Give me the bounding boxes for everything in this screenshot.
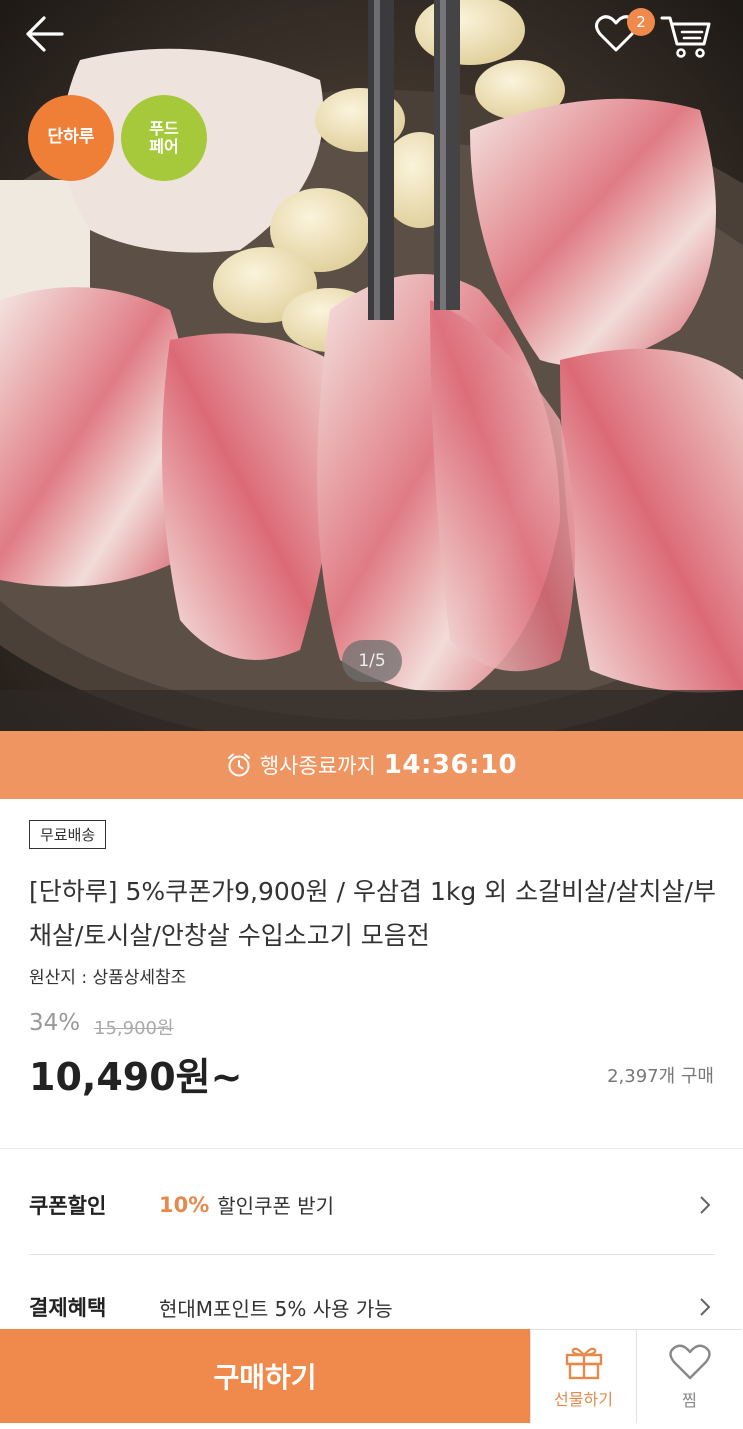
timer-value: 14:36:10 (383, 750, 518, 780)
wishlist-count-badge: 2 (627, 8, 655, 36)
origin-info: 원산지 : 상품상세참조 (29, 968, 187, 988)
original-price: 15,900원 (94, 1018, 174, 1039)
cart-button[interactable] (660, 12, 720, 68)
sale-price: 10,490원~ (29, 1055, 243, 1099)
arrow-left-icon (26, 16, 64, 52)
product-title: [단하루] 5%쿠폰가9,900원 / 우삼겹 1kg 외 소갈비살/살치살/부… (29, 877, 716, 950)
payment-label: 결제혜택 (29, 1296, 107, 1320)
bottom-action-bar: 구매하기 선물하기 찜 (0, 1329, 743, 1429)
badge-danharu-label: 단하루 (47, 127, 95, 148)
free-shipping-tag: 무료배송 (29, 820, 107, 849)
payment-text: 현대M포인트 5% 사용 가능 (159, 1296, 393, 1321)
timer-label: 행사종료까지 (259, 754, 376, 778)
image-pager: 1/5 (342, 640, 402, 682)
zzim-button[interactable]: 찜 (636, 1329, 742, 1423)
badge-food-fair-line2: 페어 (149, 137, 179, 156)
coupon-label: 쿠폰할인 (29, 1193, 107, 1218)
coupon-rate: 10% (159, 1192, 210, 1217)
coupon-text: 할인쿠폰 받기 (217, 1194, 335, 1218)
heart-outline-icon (668, 1344, 711, 1379)
gift-label: 선물하기 (554, 1389, 613, 1409)
discount-rate: 34% (29, 1010, 81, 1036)
purchase-count: 2,397개 구매 (607, 1066, 714, 1087)
meat-photo (0, 0, 743, 731)
chevron-right-icon (695, 1295, 715, 1319)
chevron-right-icon (695, 1193, 715, 1217)
badge-food-fair-line1: 푸드 (149, 118, 179, 138)
badge-danharu: 단하루 (28, 95, 114, 181)
product-image[interactable]: 2 단하루 푸드 페어 1/5 (0, 0, 743, 731)
section-divider (0, 1148, 743, 1149)
alarm-clock-icon (227, 753, 250, 777)
gift-icon (565, 1347, 602, 1379)
gift-button[interactable]: 선물하기 (530, 1329, 636, 1423)
buy-button[interactable]: 구매하기 (0, 1329, 530, 1423)
zzim-label: 찜 (682, 1390, 697, 1410)
badge-food-fair: 푸드 페어 (121, 95, 207, 181)
coupon-discount-row[interactable]: 쿠폰할인 10% 할인쿠폰 받기 (29, 1155, 715, 1255)
event-timer-bar: 행사종료까지 14:36:10 (0, 731, 743, 799)
back-button[interactable] (22, 14, 78, 66)
cart-icon (660, 16, 711, 58)
